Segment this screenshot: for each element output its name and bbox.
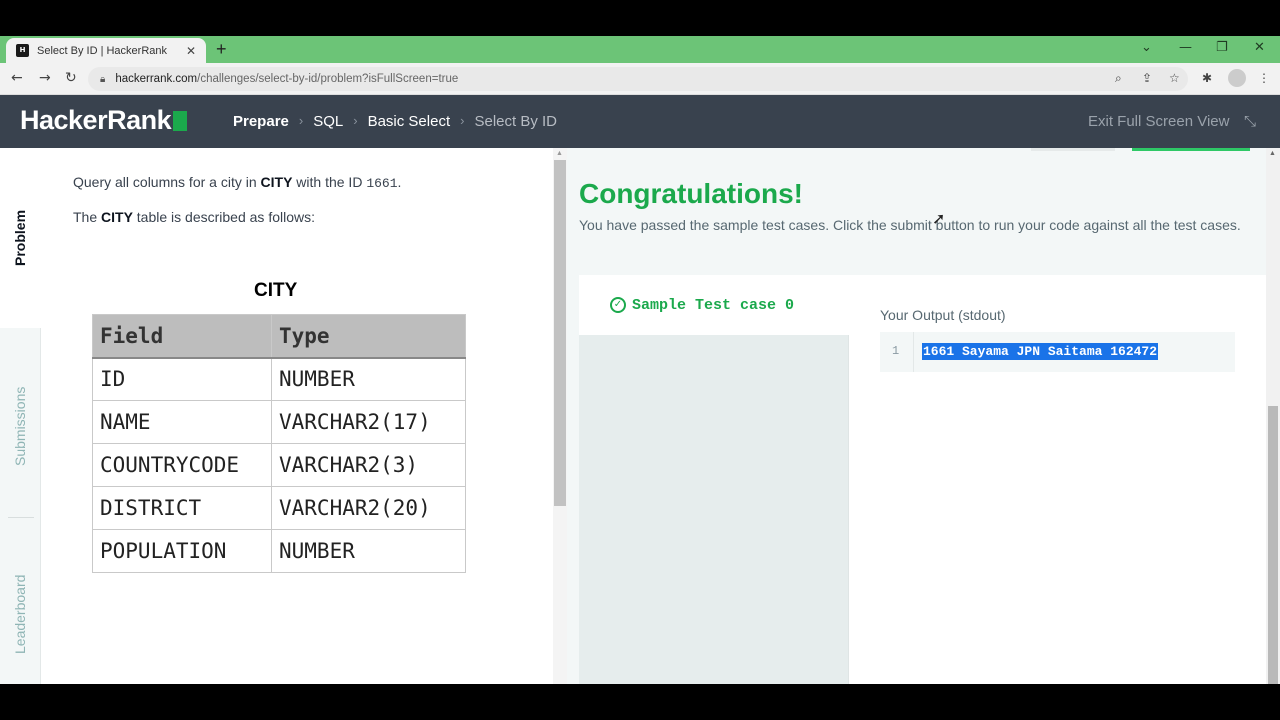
site-header: HackerRank Prepare › SQL › Basic Select … <box>0 95 1280 148</box>
back-icon[interactable]: ← <box>11 70 23 86</box>
url-path: /challenges/select-by-id/problem?isFullS… <box>197 73 459 85</box>
breadcrumb-basic-select[interactable]: Basic Select <box>368 113 451 130</box>
url-host: hackerrank.com <box>115 73 198 85</box>
type-cell: NUMBER <box>271 357 466 401</box>
field-cell: COUNTRYCODE <box>92 443 272 487</box>
browser-tab-title: Select By ID | HackerRank <box>37 44 168 57</box>
result-panel: Congratulations! You have passed the sam… <box>567 148 1266 684</box>
column-header: Field <box>92 314 272 359</box>
chevron-right-icon: › <box>353 113 358 128</box>
breadcrumb-sql[interactable]: SQL <box>313 113 343 130</box>
problem-scrollbar[interactable]: ▲ <box>553 148 567 684</box>
table-row: DISTRICT VARCHAR2(20) <box>92 486 466 530</box>
table-row: COUNTRYCODE VARCHAR2(3) <box>92 443 466 487</box>
restore-icon[interactable]: ❐ <box>1216 40 1228 55</box>
tab-leaderboard[interactable]: Leaderboard <box>12 575 28 654</box>
browser-toolbar: ← → ↻ 🔒︎ hackerrank.com/challenges/selec… <box>0 63 1280 95</box>
column-header: Type <box>271 314 466 359</box>
exit-fullscreen-link[interactable]: Exit Full Screen View <box>1088 113 1229 130</box>
divider <box>8 517 34 518</box>
problem-statement: Query all columns for a city in CITY wit… <box>41 148 553 684</box>
hackerrank-favicon-icon: H <box>16 44 29 57</box>
bookmark-star-icon[interactable]: ☆ <box>1169 71 1180 85</box>
hackerrank-logo[interactable]: HackerRank <box>20 105 188 136</box>
browser-tab-bar: H Select By ID | HackerRank ✕ + ⌄ — ❐ ✕ <box>0 36 1280 63</box>
table-row: NAME VARCHAR2(17) <box>92 400 466 444</box>
scroll-up-icon[interactable]: ▲ <box>1269 150 1276 157</box>
result-scrollbar[interactable]: ▲ <box>1266 148 1280 684</box>
type-cell: VARCHAR2(20) <box>271 486 466 530</box>
scroll-up-icon[interactable]: ▲ <box>556 150 563 157</box>
chevron-right-icon: › <box>460 113 465 128</box>
address-bar[interactable]: 🔒︎ hackerrank.com/challenges/select-by-i… <box>88 67 1188 91</box>
check-circle-icon: ✓ <box>610 297 626 313</box>
table-row: POPULATION NUMBER <box>92 529 466 573</box>
output-value[interactable]: 1661 Sayama JPN Saitama 162472 <box>922 343 1159 360</box>
output-label: Your Output (stdout) <box>880 307 1006 323</box>
forward-icon[interactable]: → <box>39 70 51 86</box>
collapse-icon[interactable]: ⤡ <box>1244 112 1256 130</box>
field-cell: POPULATION <box>92 529 272 573</box>
close-tab-icon[interactable]: ✕ <box>186 44 196 58</box>
lock-icon: 🔒︎ <box>100 73 106 85</box>
vertical-tab-sidebar: Problem Submissions Leaderboard <box>0 148 42 684</box>
breadcrumb-current: Select By ID <box>474 113 557 130</box>
table-row: ID NUMBER <box>92 357 466 401</box>
problem-text-table: The CITY table is described as follows: <box>73 209 315 225</box>
field-cell: ID <box>92 357 272 401</box>
reload-icon[interactable]: ↻ <box>65 70 77 86</box>
mouse-cursor-icon: ➚ <box>932 209 946 228</box>
type-cell: VARCHAR2(3) <box>271 443 466 487</box>
type-cell: NUMBER <box>271 529 466 573</box>
city-schema-table: Field Type ID NUMBER NAME VARCHAR2(17) COU… <box>92 314 466 573</box>
run-code-button[interactable] <box>1031 148 1115 151</box>
logo-square-icon <box>173 111 188 131</box>
test-case-tab[interactable]: ✓ Sample Test case 0 <box>579 275 849 335</box>
main-content: Problem Submissions Leaderboard Query al… <box>0 148 1280 684</box>
close-window-icon[interactable]: ✕ <box>1254 40 1265 55</box>
screen: H Select By ID | HackerRank ✕ + ⌄ — ❐ ✕ … <box>0 0 1280 720</box>
test-case-label: Sample Test case 0 <box>632 296 795 314</box>
browser-menu-icon[interactable]: ⋮ <box>1258 71 1270 85</box>
submit-code-button[interactable] <box>1132 148 1250 151</box>
field-cell: DISTRICT <box>92 486 272 530</box>
test-case-card: ✓ Sample Test case 0 Your Output (stdout… <box>579 275 1266 684</box>
breadcrumb: Prepare › SQL › Basic Select › Select By… <box>233 113 557 130</box>
test-case-list <box>579 335 849 684</box>
share-icon[interactable]: ⇪ <box>1142 71 1152 85</box>
table-title: CITY <box>254 280 298 301</box>
breadcrumb-prepare[interactable]: Prepare <box>233 113 289 130</box>
type-cell: VARCHAR2(17) <box>271 400 466 444</box>
gutter-divider <box>913 332 914 372</box>
extensions-icon[interactable]: ✱ <box>1202 71 1212 85</box>
scrollbar-thumb[interactable] <box>1268 406 1278 684</box>
tab-problem[interactable]: Problem <box>12 210 28 266</box>
new-tab-icon[interactable]: + <box>216 39 227 60</box>
zoom-icon[interactable]: ⌕ <box>1115 71 1122 86</box>
field-cell: NAME <box>92 400 272 444</box>
tab-submissions[interactable]: Submissions <box>12 387 28 466</box>
profile-avatar[interactable] <box>1228 69 1246 87</box>
line-number: 1 <box>892 344 900 358</box>
result-title: Congratulations! <box>579 178 803 209</box>
result-message: You have passed the sample test cases. C… <box>579 217 1241 233</box>
output-box: 1 1661 Sayama JPN Saitama 162472 <box>880 332 1235 372</box>
minimize-icon[interactable]: — <box>1179 40 1192 55</box>
scrollbar-thumb[interactable] <box>554 160 566 506</box>
chevron-right-icon: › <box>298 113 304 128</box>
tab-search-icon[interactable]: ⌄ <box>1141 40 1152 55</box>
table-header-row: Field Type <box>92 314 466 359</box>
problem-text-query: Query all columns for a city in CITY wit… <box>73 174 402 191</box>
browser-tab[interactable]: H Select By ID | HackerRank ✕ <box>6 38 206 63</box>
